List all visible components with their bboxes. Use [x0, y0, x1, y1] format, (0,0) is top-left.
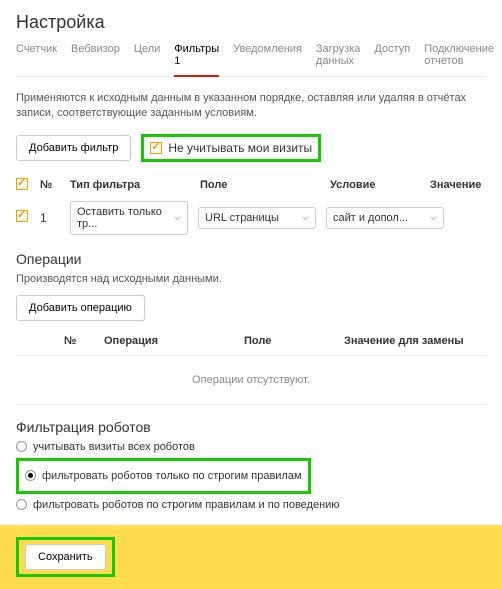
radio-icon: [16, 441, 27, 452]
th-type: Тип фильтра: [70, 179, 200, 191]
th2-field: Поле: [244, 335, 344, 347]
filter-field-select[interactable]: URL страницы⌵: [198, 207, 316, 229]
tab-upload[interactable]: Загрузка данных: [316, 43, 360, 76]
th-condition: Условие: [330, 179, 430, 191]
add-operation-button[interactable]: Добавить операцию: [16, 295, 145, 321]
th-value: Значение: [430, 179, 486, 191]
save-button[interactable]: Сохранить: [25, 544, 106, 570]
chevron-down-icon: ⌵: [430, 212, 437, 223]
th2-operation: Операция: [104, 335, 244, 347]
ignore-my-visits-checkbox[interactable]: [150, 142, 162, 154]
add-filter-button[interactable]: Добавить фильтр: [16, 135, 131, 161]
operations-sub: Производятся над исходными данными.: [16, 273, 486, 285]
th-field: Поле: [200, 179, 330, 191]
robots-option-strict[interactable]: фильтровать роботов только по строгим пр…: [25, 470, 302, 482]
ignore-my-visits-label: Не учитывать мои визиты: [168, 141, 312, 155]
tab-webvisor[interactable]: Вебвизор: [71, 43, 120, 76]
th2-value: Значение для замены: [344, 335, 486, 347]
select-all-checkbox[interactable]: [16, 178, 28, 190]
tab-reports[interactable]: Подключение отчетов: [424, 43, 494, 76]
filter-condition-select[interactable]: сайт и допол...⌵: [326, 207, 444, 229]
save-highlight: Сохранить: [16, 537, 115, 577]
filter-row: 1 Оставить только тр...⌵ URL страницы⌵ с…: [16, 201, 486, 235]
tab-access[interactable]: Доступ: [374, 43, 410, 76]
th-number: №: [40, 179, 70, 191]
robots-title: Фильтрация роботов: [16, 419, 486, 435]
tab-counter[interactable]: Счетчик: [16, 43, 57, 76]
robots-option-all[interactable]: учитывать визиты всех роботов: [16, 441, 486, 453]
robots-strict-highlight: фильтровать роботов только по строгим пр…: [16, 458, 311, 494]
filters-description: Применяются к исходным данным в указанно…: [16, 91, 486, 122]
chevron-down-icon: ⌵: [302, 212, 309, 223]
ignore-my-visits-highlight: Не учитывать мои визиты: [141, 134, 321, 162]
save-bar: Сохранить: [0, 525, 502, 589]
radio-icon: [25, 470, 36, 481]
tabs: Счетчик Вебвизор Цели Фильтры 1 Уведомле…: [16, 43, 486, 77]
filters-table-header: № Тип фильтра Поле Условие Значение: [16, 178, 486, 193]
tab-filters[interactable]: Фильтры 1: [174, 43, 219, 77]
radio-icon: [16, 499, 27, 510]
robots-option-behavior[interactable]: фильтровать роботов по строгим правилам …: [16, 499, 486, 511]
filter-type-select[interactable]: Оставить только тр...⌵: [70, 201, 188, 235]
operations-table-header: № Операция Поле Значение для замены: [16, 335, 486, 347]
page-title: Настройка: [16, 12, 486, 33]
operations-title: Операции: [16, 251, 486, 267]
th2-number: №: [64, 335, 104, 347]
tab-goals[interactable]: Цели: [134, 43, 160, 76]
row-number: 1: [40, 211, 70, 225]
row-checkbox[interactable]: [16, 210, 28, 222]
operations-empty: Операции отсутствуют.: [16, 355, 486, 405]
chevron-down-icon: ⌵: [174, 212, 181, 223]
tab-notifications[interactable]: Уведомления: [233, 43, 302, 76]
